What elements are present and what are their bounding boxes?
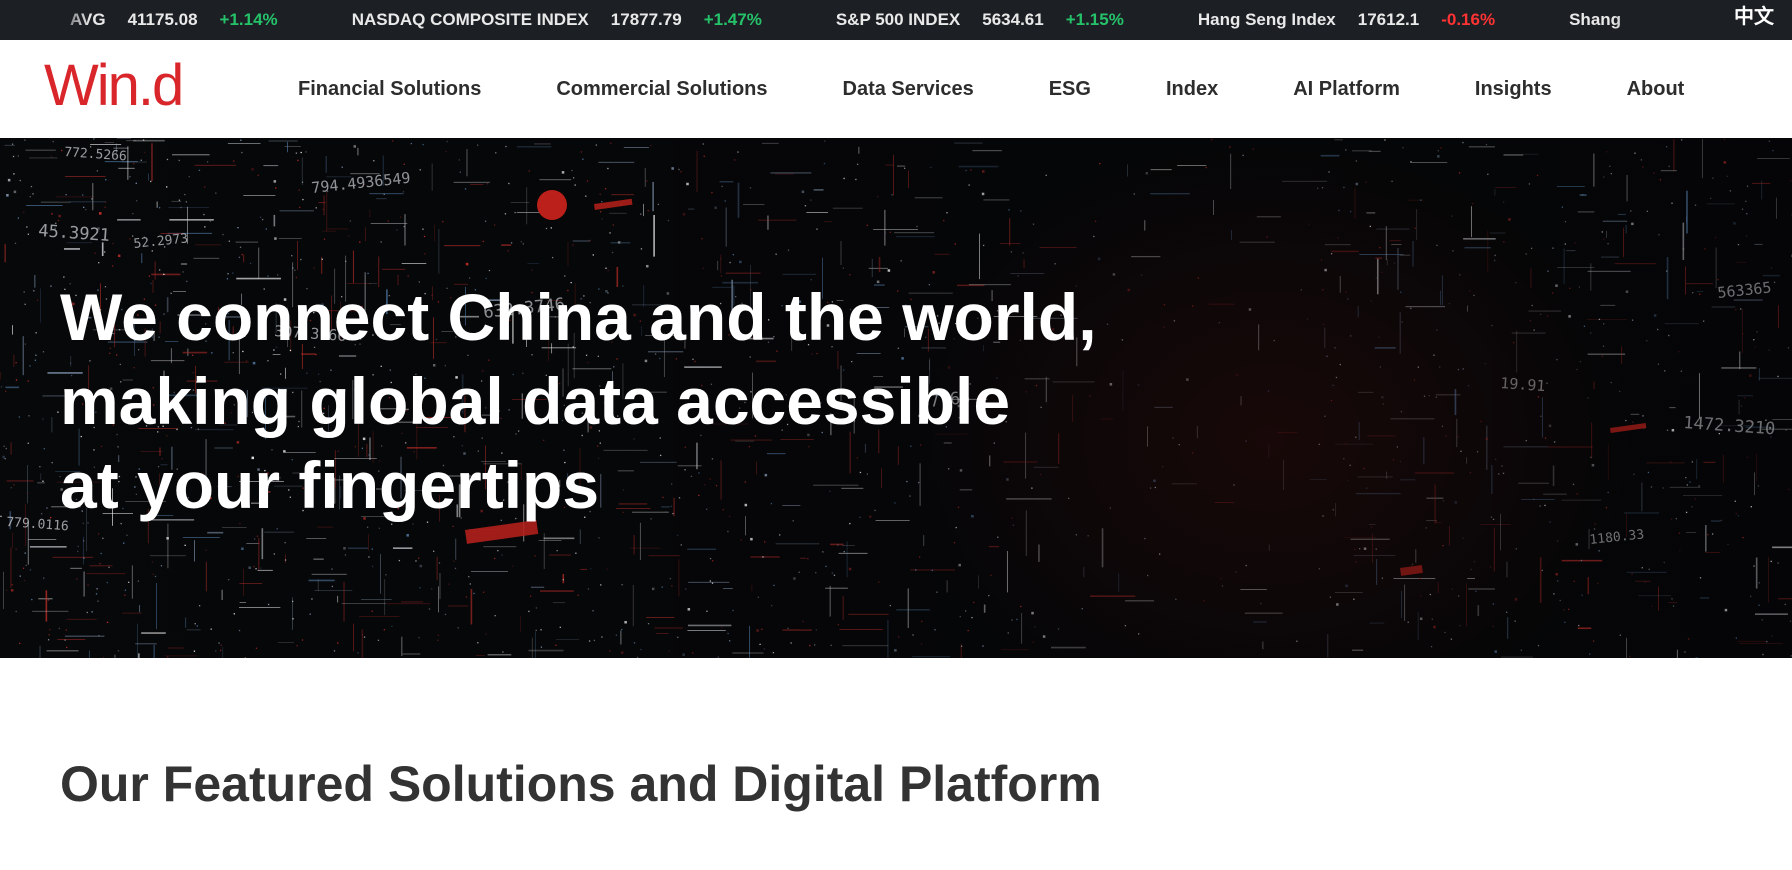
main-navigation: Financial Solutions Commercial Solutions… xyxy=(298,40,1684,138)
nav-ai-platform[interactable]: AI Platform xyxy=(1293,78,1400,101)
ticker-name: S&P 500 INDEX xyxy=(835,10,961,29)
hero-heading: We connect China and the world, making g… xyxy=(60,275,1097,527)
ticker-item-sp500[interactable]: S&P 500 INDEX 5634.61 +1.15% xyxy=(836,10,1124,30)
ticker-change: +1.14% xyxy=(219,10,278,29)
ticker-value: 41175.08 xyxy=(127,10,198,29)
nav-about[interactable]: About xyxy=(1627,78,1685,101)
featured-section-title: Our Featured Solutions and Digital Platf… xyxy=(60,756,1102,812)
logo-text: Win.d xyxy=(44,56,182,116)
ticker-value: 17612.1 xyxy=(1357,10,1420,29)
ticker-fade-left xyxy=(0,0,90,40)
market-ticker-bar: AVG 41175.08 +1.14% NASDAQ COMPOSITE IND… xyxy=(0,0,1792,40)
hero-heading-line-3: at your fingertips xyxy=(60,448,600,522)
nav-esg[interactable]: ESG xyxy=(1049,78,1091,101)
nav-commercial-solutions[interactable]: Commercial Solutions xyxy=(556,78,767,101)
ticker-item-avg[interactable]: AVG 41175.08 +1.14% xyxy=(70,10,278,30)
hero-banner: 772.5266794.493654945.392152.2973307.316… xyxy=(0,138,1792,658)
ticker-fade-right xyxy=(1612,0,1732,40)
hero-heading-line-1: We connect China and the world, xyxy=(60,280,1097,354)
ticker-value: 17877.79 xyxy=(610,10,682,29)
ticker-item-hang-seng[interactable]: Hang Seng Index 17612.1 -0.16% xyxy=(1198,10,1495,30)
ticker-track: AVG 41175.08 +1.14% NASDAQ COMPOSITE IND… xyxy=(70,0,1717,40)
nav-financial-solutions[interactable]: Financial Solutions xyxy=(298,78,481,101)
nav-index[interactable]: Index xyxy=(1166,78,1218,101)
ticker-item-nasdaq[interactable]: NASDAQ COMPOSITE INDEX 17877.79 +1.47% xyxy=(352,10,762,30)
ticker-change: -0.16% xyxy=(1441,10,1496,29)
site-header: Win.d Financial Solutions Commercial Sol… xyxy=(0,40,1792,138)
nav-data-services[interactable]: Data Services xyxy=(843,78,974,101)
ticker-name: Hang Seng Index xyxy=(1197,10,1336,29)
ticker-name: NASDAQ COMPOSITE INDEX xyxy=(351,10,589,29)
wind-logo-mark: Win.d xyxy=(44,56,184,116)
nav-insights[interactable]: Insights xyxy=(1475,78,1552,101)
wind-logo[interactable]: Win.d xyxy=(44,56,204,116)
language-toggle-chinese[interactable]: 中文 xyxy=(1734,0,1774,40)
ticker-change: +1.15% xyxy=(1065,10,1124,29)
ticker-change: +1.47% xyxy=(703,10,762,29)
ticker-value: 5634.61 xyxy=(982,10,1044,29)
hero-heading-line-2: making global data accessible xyxy=(60,364,1011,438)
